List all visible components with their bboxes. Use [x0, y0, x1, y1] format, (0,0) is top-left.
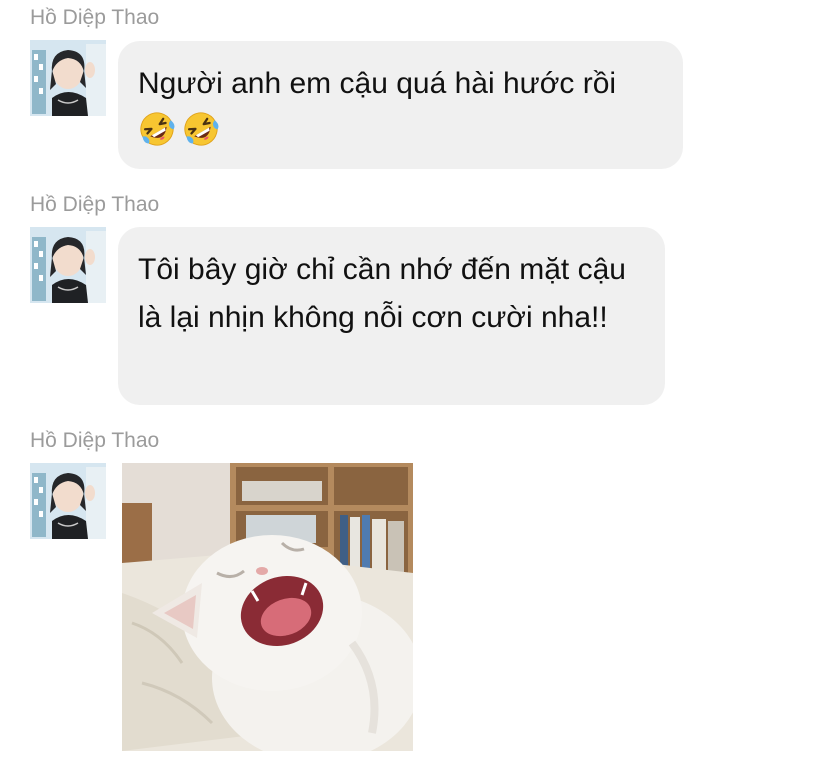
message-text: Người anh em cậu quá hài hước rồi: [138, 67, 617, 100]
rolling-on-floor-laughing-icon: [140, 112, 175, 146]
message-bubble[interactable]: Tôi bây giờ chỉ cần nhớ đến mặt cậu là l…: [118, 227, 665, 405]
avatar[interactable]: [30, 40, 106, 116]
image-attachment[interactable]: [122, 463, 413, 751]
sender-name: Hồ Diệp Thao: [30, 429, 160, 452]
avatar[interactable]: [30, 463, 106, 539]
message-text: Tôi bây giờ chỉ cần nhớ đến mặt cậu là l…: [138, 253, 626, 334]
message-bubble[interactable]: Người anh em cậu quá hài hước rồi: [118, 41, 683, 169]
avatar[interactable]: [30, 227, 106, 303]
sender-name: Hồ Diệp Thao: [30, 6, 160, 29]
emoji-row: [138, 110, 663, 148]
rolling-on-floor-laughing-icon: [184, 112, 219, 146]
laughing-cat-photo: [122, 463, 413, 751]
sender-name: Hồ Diệp Thao: [30, 193, 160, 216]
